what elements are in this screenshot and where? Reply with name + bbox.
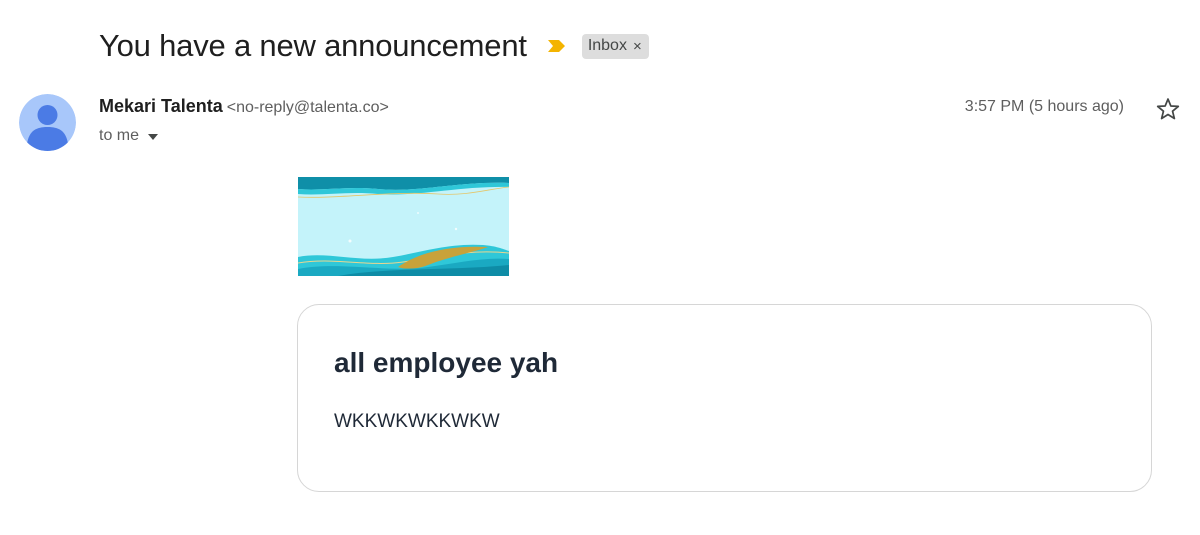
label-text: Inbox (587, 37, 627, 54)
caret-down-icon[interactable] (148, 134, 159, 140)
sender-email: <no-reply@talenta.co> (226, 99, 389, 116)
announcement-text: WKKWKWKKWKW (334, 411, 500, 432)
recipient-details-toggle[interactable]: to me (99, 127, 159, 145)
sender-name[interactable]: Mekari Talenta (99, 96, 223, 117)
recipient-label: to me (99, 127, 140, 144)
email-banner-image (298, 177, 509, 276)
star-icon[interactable] (1155, 96, 1181, 122)
announcement-card: all employee yah WKKWKWKKWKW (297, 304, 1152, 492)
sender-line: Mekari Talenta <no-reply@talenta.co> (99, 96, 389, 117)
avatar[interactable] (19, 94, 76, 151)
remove-label-icon[interactable]: × (633, 38, 642, 55)
announcement-title: all employee yah (334, 347, 559, 378)
email-subject-row: You have a new announcement Inbox × (99, 24, 649, 68)
importance-marker-icon[interactable] (547, 38, 567, 54)
email-subject: You have a new announcement (99, 28, 527, 63)
email-timestamp: 3:57 PM (5 hours ago) (964, 98, 1124, 115)
inbox-label-chip[interactable]: Inbox × (581, 33, 649, 59)
